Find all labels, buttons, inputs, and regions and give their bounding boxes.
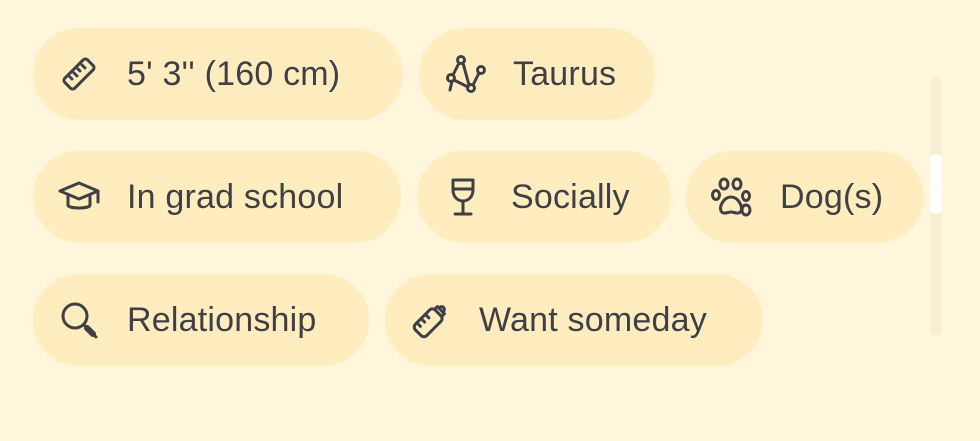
paw-icon <box>710 175 754 219</box>
baby-bottle-icon <box>409 298 453 342</box>
looking-for-chip[interactable]: Relationship <box>33 274 369 366</box>
ruler-icon <box>57 52 101 96</box>
scrollbar-thumb[interactable] <box>930 154 942 214</box>
height-chip[interactable]: 5' 3'' (160 cm) <box>33 28 403 120</box>
family-plans-chip[interactable]: Want someday <box>385 274 763 366</box>
pets-label: Dog(s) <box>780 177 884 216</box>
search-icon <box>57 298 101 342</box>
family-plans-label: Want someday <box>479 300 707 339</box>
constellation-icon <box>443 52 487 96</box>
zodiac-chip[interactable]: Taurus <box>419 28 655 120</box>
education-chip[interactable]: In grad school <box>33 151 401 243</box>
looking-for-label: Relationship <box>127 300 317 339</box>
drinking-chip[interactable]: Socially <box>417 151 671 243</box>
profile-details-panel: 5' 3'' (160 cm) Taurus In grad school So… <box>0 0 980 441</box>
zodiac-label: Taurus <box>513 54 617 93</box>
education-label: In grad school <box>127 177 344 216</box>
height-label: 5' 3'' (160 cm) <box>127 54 341 93</box>
drinking-label: Socially <box>511 177 630 216</box>
pets-chip[interactable]: Dog(s) <box>686 151 924 243</box>
wine-glass-icon <box>441 175 485 219</box>
graduation-cap-icon <box>57 175 101 219</box>
